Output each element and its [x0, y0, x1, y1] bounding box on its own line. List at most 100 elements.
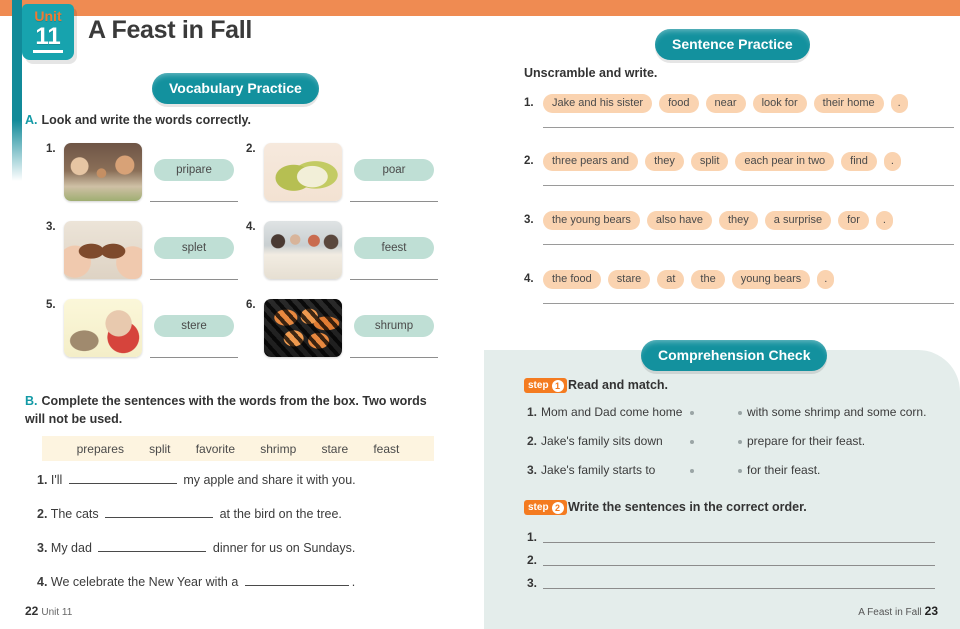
order-row-3-writing-line[interactable]	[543, 588, 935, 589]
order-row-2-writing-line[interactable]	[543, 565, 935, 566]
word-chip[interactable]: three pears and	[543, 152, 639, 171]
word-chip[interactable]: also have	[646, 211, 712, 230]
match-dot-right-2[interactable]	[738, 440, 742, 444]
match-left-row-1[interactable]: 1. Mom and Dad come home	[527, 405, 682, 419]
punctuation-chip[interactable]: .	[875, 211, 893, 230]
fill-sentence-1-after: my apple and share it with you.	[183, 473, 356, 487]
vocab-item-5-writing-line[interactable]	[150, 357, 238, 358]
fill-sentence-3-blank[interactable]	[98, 551, 207, 552]
match-dot-left-2[interactable]	[690, 440, 694, 444]
vocab-item-1-word: pripare	[154, 159, 234, 181]
exercise-a-letter: A.	[25, 113, 38, 127]
word-bank-item-6: feast	[373, 441, 400, 456]
word-bank-item-5: stare	[321, 441, 349, 456]
match-right-row-3[interactable]: for their feast.	[747, 463, 820, 477]
match-left-row-3-text: Jake's family starts to	[541, 463, 656, 477]
unscramble-row-4-writing-line[interactable]	[543, 303, 954, 304]
order-row-3-number: 3.	[527, 576, 538, 590]
word-chip[interactable]: the food	[543, 270, 601, 289]
fill-sentence-2-number: 2.	[37, 507, 48, 521]
fill-sentence-1-blank[interactable]	[68, 483, 177, 484]
word-chip[interactable]: the	[691, 270, 725, 289]
comprehension-check-pill: Comprehension Check	[641, 340, 828, 371]
punctuation-chip[interactable]: .	[890, 94, 908, 113]
match-left-row-3[interactable]: 3. Jake's family starts to	[527, 463, 655, 477]
baby-staring-at-kitten-photo	[64, 299, 142, 357]
fill-sentence-3-after: dinner for us on Sundays.	[212, 541, 356, 555]
vocab-item-6-word: shrump	[354, 315, 434, 337]
match-right-row-2[interactable]: prepare for their feast.	[747, 434, 865, 448]
step-2-word: step	[528, 502, 549, 513]
word-chip[interactable]: a surprise	[764, 211, 832, 230]
match-left-row-2-number: 2.	[527, 434, 538, 448]
exercise-a-instruction-text: Look and write the words correctly.	[41, 113, 252, 127]
unscramble-instruction: Unscramble and write.	[524, 66, 658, 80]
match-dot-right-1[interactable]	[738, 411, 742, 415]
fill-sentence-4-blank[interactable]	[244, 585, 349, 586]
match-dot-left-3[interactable]	[690, 469, 694, 473]
word-chip[interactable]: they	[645, 152, 684, 171]
order-row-1-number: 1.	[527, 530, 538, 544]
exercise-b-instruction: B. Complete the sentences with the words …	[25, 392, 435, 428]
step-2-badge: step 2	[524, 500, 567, 515]
word-chip[interactable]: they	[718, 211, 758, 230]
order-row-1-writing-line[interactable]	[543, 542, 935, 543]
word-chip[interactable]: young bears	[731, 270, 811, 289]
word-chip[interactable]: find	[841, 152, 877, 171]
unscramble-row-1-writing-line[interactable]	[543, 127, 954, 128]
step-1-word: step	[528, 380, 549, 391]
vocab-item-2-writing-line[interactable]	[350, 201, 438, 202]
unscramble-row-2-writing-line[interactable]	[543, 185, 954, 186]
match-left-row-3-number: 3.	[527, 463, 538, 477]
unscramble-row-4-number: 4.	[524, 273, 534, 285]
step-2-title: Write the sentences in the correct order…	[568, 500, 807, 514]
word-bank-item-3: favorite	[195, 441, 236, 456]
word-chip[interactable]: the young bears	[543, 211, 640, 230]
unscramble-row-1-chips: Jake and his sister food near look for t…	[543, 94, 908, 113]
vocab-item-4-writing-line[interactable]	[350, 279, 438, 280]
word-chip[interactable]: each pear in two	[735, 152, 835, 171]
word-bank-item-4: shrimp	[260, 441, 297, 456]
match-dot-left-1[interactable]	[690, 411, 694, 415]
fill-sentence-2-blank[interactable]	[105, 517, 214, 518]
vocab-item-3-writing-line[interactable]	[150, 279, 238, 280]
word-chip[interactable]: Jake and his sister	[543, 94, 653, 113]
match-right-row-1[interactable]: with some shrimp and some corn.	[747, 405, 926, 419]
fill-sentence-4-before: We celebrate the New Year with a	[50, 575, 239, 589]
footer-right-label: A Feast in Fall	[858, 607, 922, 618]
word-chip[interactable]: food	[659, 94, 699, 113]
pear-fruit-photo	[264, 143, 342, 201]
sentence-practice-pill: Sentence Practice	[655, 29, 810, 60]
vocab-item-2-word: poar	[354, 159, 434, 181]
word-chip[interactable]: for	[838, 211, 869, 230]
punctuation-chip[interactable]: .	[883, 152, 901, 171]
vocab-item-6-writing-line[interactable]	[350, 357, 438, 358]
vocab-item-1-writing-line[interactable]	[150, 201, 238, 202]
unscramble-row-3-writing-line[interactable]	[543, 244, 954, 245]
fill-sentence-1: 1. I'll my apple and share it with you.	[37, 473, 356, 487]
word-bank-box: prepares split favorite shrimp stare fea…	[42, 436, 434, 461]
word-chip[interactable]: split	[690, 152, 729, 171]
fill-sentence-2: 2. The cats at the bird on the tree.	[37, 507, 342, 521]
match-left-row-2[interactable]: 2. Jake's family sits down	[527, 434, 663, 448]
vocabulary-practice-pill: Vocabulary Practice	[152, 73, 319, 104]
fill-sentence-4-after: .	[351, 575, 356, 589]
fill-sentence-1-before: I'll	[50, 473, 63, 487]
word-chip[interactable]: their home	[813, 94, 884, 113]
match-left-row-1-number: 1.	[527, 405, 538, 419]
step-1-number: 1	[551, 379, 564, 392]
exercise-a-instruction: A. Look and write the words correctly.	[25, 113, 251, 127]
top-orange-bar	[0, 0, 960, 16]
match-dot-right-3[interactable]	[738, 469, 742, 473]
word-chip[interactable]: near	[705, 94, 746, 113]
unit-badge: Unit 11	[22, 4, 74, 60]
vocab-item-1-number: 1.	[46, 143, 56, 155]
word-chip[interactable]: stare	[607, 270, 651, 289]
fill-sentence-2-before: The cats	[50, 507, 99, 521]
unscramble-row-2-chips: three pears and they split each pear in …	[543, 152, 901, 171]
match-left-row-1-text: Mom and Dad come home	[541, 405, 683, 419]
punctuation-chip[interactable]: .	[817, 270, 835, 289]
word-chip[interactable]: look for	[752, 94, 807, 113]
word-bank-item-2: split	[149, 441, 171, 456]
word-chip[interactable]: at	[657, 270, 685, 289]
